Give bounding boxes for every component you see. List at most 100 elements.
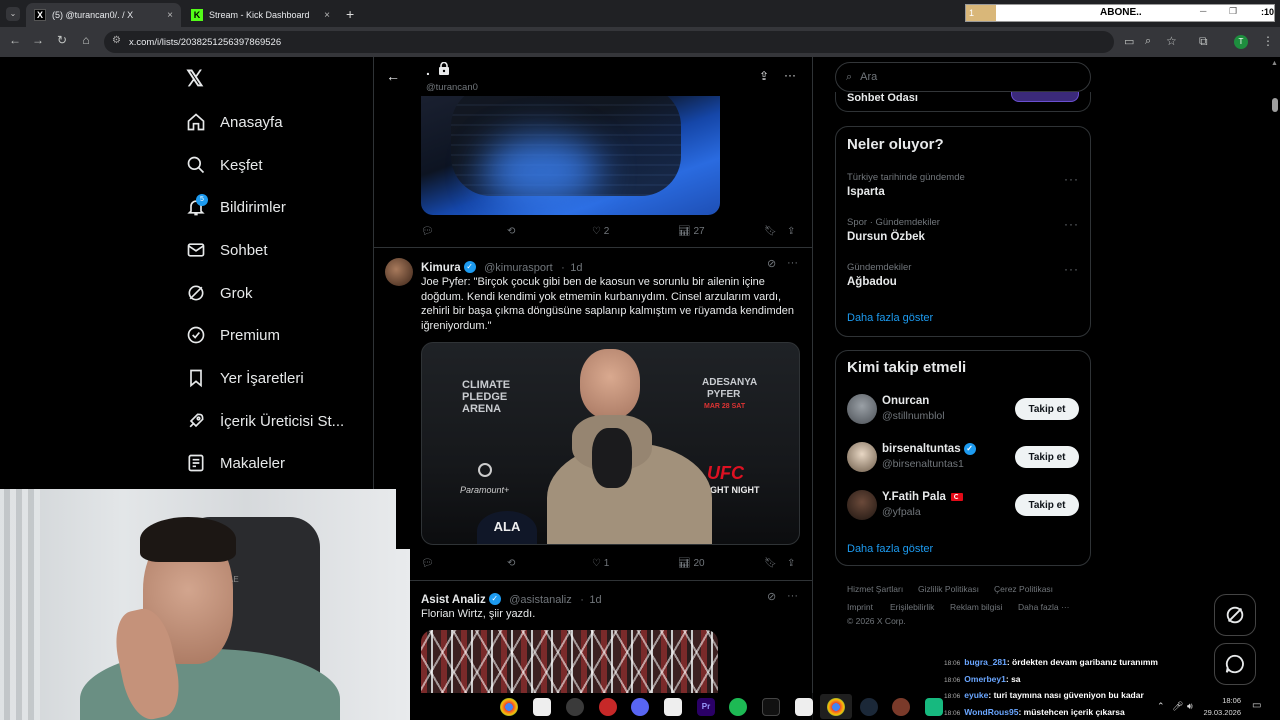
- tweet-time[interactable]: 1d: [570, 262, 582, 274]
- share-icon[interactable]: ⇪: [787, 558, 795, 569]
- like-button[interactable]: ♡ 1: [592, 558, 609, 569]
- back-icon[interactable]: ←: [7, 33, 23, 47]
- reply-icon[interactable]: 💬︎: [421, 226, 434, 237]
- footer-link[interactable]: Erişilebilirlik: [890, 602, 934, 612]
- bookmark-icon[interactable]: 🔖︎: [764, 226, 777, 237]
- cast-icon[interactable]: ▭: [1124, 35, 1134, 48]
- sidebar-item-explore[interactable]: Keşfet: [186, 150, 263, 180]
- sidebar-item-creator-studio[interactable]: İçerik Üreticisi St...: [186, 406, 344, 436]
- avatar[interactable]: [847, 394, 877, 424]
- footer-link[interactable]: Imprint: [847, 602, 873, 612]
- volume-icon[interactable]: 🔊︎: [1187, 701, 1193, 712]
- tweet-author-name[interactable]: Asist Analiz: [421, 594, 486, 606]
- trend-item[interactable]: Gündemdekiler Ağbadou ···: [847, 262, 1079, 298]
- steam-icon[interactable]: [860, 698, 878, 716]
- tweet-author-handle[interactable]: @kimurasport: [484, 262, 553, 274]
- avatar[interactable]: [847, 490, 877, 520]
- tweet-author[interactable]: Kimura ✓ @kimurasport · 1d: [421, 258, 583, 276]
- tweet-media-image[interactable]: [421, 96, 720, 215]
- tab-close-icon[interactable]: ×: [324, 10, 330, 21]
- taskbar-date[interactable]: 29.03.2026: [1198, 708, 1241, 717]
- search-input[interactable]: ⌕ Ara: [835, 62, 1091, 92]
- sidebar-item-premium[interactable]: Premium: [186, 320, 280, 350]
- share-icon[interactable]: ⇪: [759, 69, 769, 83]
- footer-link[interactable]: Çerez Politikası: [994, 584, 1053, 594]
- follow-button[interactable]: Takip et: [1015, 494, 1079, 516]
- minimize-icon[interactable]: ─: [1200, 6, 1206, 16]
- more-options-icon[interactable]: ···: [784, 68, 796, 82]
- follow-user-name[interactable]: birsenaltuntas: [882, 443, 961, 455]
- scrollbar-up-icon[interactable]: ▲: [1271, 60, 1278, 67]
- sidebar-item-home[interactable]: Anasayfa: [186, 107, 283, 137]
- tweet-author[interactable]: Asist Analiz ✓ @asistanaliz · 1d: [421, 590, 602, 608]
- tab-x[interactable]: X (5) @turancan0/. / X ×: [26, 3, 181, 27]
- reply-icon[interactable]: 💬︎: [421, 558, 434, 569]
- tab-kick[interactable]: K Stream - Kick Dashboard ×: [183, 3, 338, 27]
- new-tab-button[interactable]: +: [346, 6, 354, 22]
- partial-card[interactable]: Sohbet Odası: [835, 92, 1091, 112]
- share-icon[interactable]: ⇪: [787, 226, 795, 237]
- trend-item[interactable]: Türkiye tarihinde gündemde Isparta ···: [847, 172, 1079, 208]
- back-arrow-icon[interactable]: ←: [386, 68, 400, 84]
- sidebar-item-chat[interactable]: Sohbet: [186, 235, 268, 265]
- tweet-time[interactable]: 1d: [589, 594, 601, 606]
- avatar[interactable]: [385, 258, 413, 286]
- taskbar-time[interactable]: 18:06: [1203, 696, 1241, 705]
- chrome-icon[interactable]: [500, 698, 518, 716]
- spotify-icon[interactable]: [729, 698, 747, 716]
- tab-close-icon[interactable]: ×: [167, 10, 173, 21]
- grok-fab[interactable]: [1214, 594, 1256, 636]
- capcut-icon[interactable]: [533, 698, 551, 716]
- trend-item[interactable]: Spor · Gündemdekiler Dursun Özbek ···: [847, 217, 1079, 253]
- show-more-follow-link[interactable]: Daha fazla göster: [847, 543, 933, 555]
- restore-icon[interactable]: ❐: [1229, 6, 1237, 17]
- footer-link[interactable]: Reklam bilgisi: [950, 602, 1002, 612]
- like-button[interactable]: ♡ 2: [592, 226, 609, 237]
- follow-button[interactable]: Takip et: [1015, 398, 1079, 420]
- grok-icon[interactable]: ⊘: [767, 590, 776, 603]
- chrome-icon[interactable]: [827, 698, 845, 716]
- microphone-icon[interactable]: 🎤︎: [1172, 701, 1183, 712]
- reload-icon[interactable]: ↻: [54, 33, 70, 47]
- grok-icon[interactable]: ⊘: [767, 257, 776, 270]
- app-icon[interactable]: [925, 698, 943, 716]
- show-more-trends-link[interactable]: Daha fazla göster: [847, 312, 933, 324]
- zoom-icon[interactable]: ⌕: [1145, 35, 1151, 48]
- bookmark-icon[interactable]: 🔖︎: [764, 558, 777, 569]
- more-options-icon[interactable]: ···: [1064, 217, 1079, 231]
- sidebar-item-grok[interactable]: Grok: [186, 278, 253, 308]
- footer-link[interactable]: Gizlilik Politikası: [918, 584, 979, 594]
- capcut-icon[interactable]: [795, 698, 813, 716]
- extensions-icon[interactable]: ⧉: [1199, 34, 1208, 49]
- follow-user-info[interactable]: birsenaltuntas ✓ @birsenaltuntas1: [882, 443, 976, 470]
- follow-user-name[interactable]: Y.Fatih Pala: [882, 491, 946, 503]
- forward-icon[interactable]: →: [30, 33, 46, 47]
- retweet-icon[interactable]: ⟲: [507, 226, 515, 237]
- views-count[interactable]: 📊︎ 20: [678, 558, 705, 569]
- sidebar-item-articles[interactable]: Makaleler: [186, 448, 285, 478]
- home-icon[interactable]: ⌂: [78, 33, 94, 47]
- scrollbar-thumb[interactable]: [1272, 98, 1278, 112]
- discord-icon[interactable]: [631, 698, 649, 716]
- premiere-icon[interactable]: Pr: [697, 698, 715, 716]
- url-input[interactable]: ⚙ x.com/i/lists/2038251256397869526: [104, 31, 1114, 53]
- follow-button[interactable]: Takip et: [1015, 446, 1079, 468]
- messages-fab[interactable]: [1214, 643, 1256, 685]
- site-info-icon[interactable]: ⚙: [112, 35, 121, 46]
- views-count[interactable]: 📊︎ 27: [678, 226, 705, 237]
- more-options-icon[interactable]: ···: [787, 257, 798, 269]
- tweet-media-image[interactable]: CLIMATE PLEDGE ARENA ADESANYA PYFER MAR …: [421, 342, 800, 545]
- retweet-icon[interactable]: ⟲: [507, 558, 515, 569]
- obs-icon[interactable]: [566, 698, 584, 716]
- app-icon[interactable]: [892, 698, 910, 716]
- more-options-icon[interactable]: ···: [1064, 172, 1079, 186]
- avatar[interactable]: [847, 442, 877, 472]
- capcut-icon[interactable]: [664, 698, 682, 716]
- tweet-media-image[interactable]: [421, 630, 718, 693]
- follow-user-name[interactable]: Onurcan: [882, 395, 945, 407]
- bookmark-star-icon[interactable]: ☆: [1166, 34, 1177, 48]
- follow-user-info[interactable]: Onurcan @stillnumblol: [882, 395, 945, 422]
- profile-avatar[interactable]: T: [1234, 35, 1248, 49]
- notification-center-icon[interactable]: ▭: [1252, 700, 1261, 711]
- tweet-author-handle[interactable]: @asistanaliz: [509, 594, 572, 606]
